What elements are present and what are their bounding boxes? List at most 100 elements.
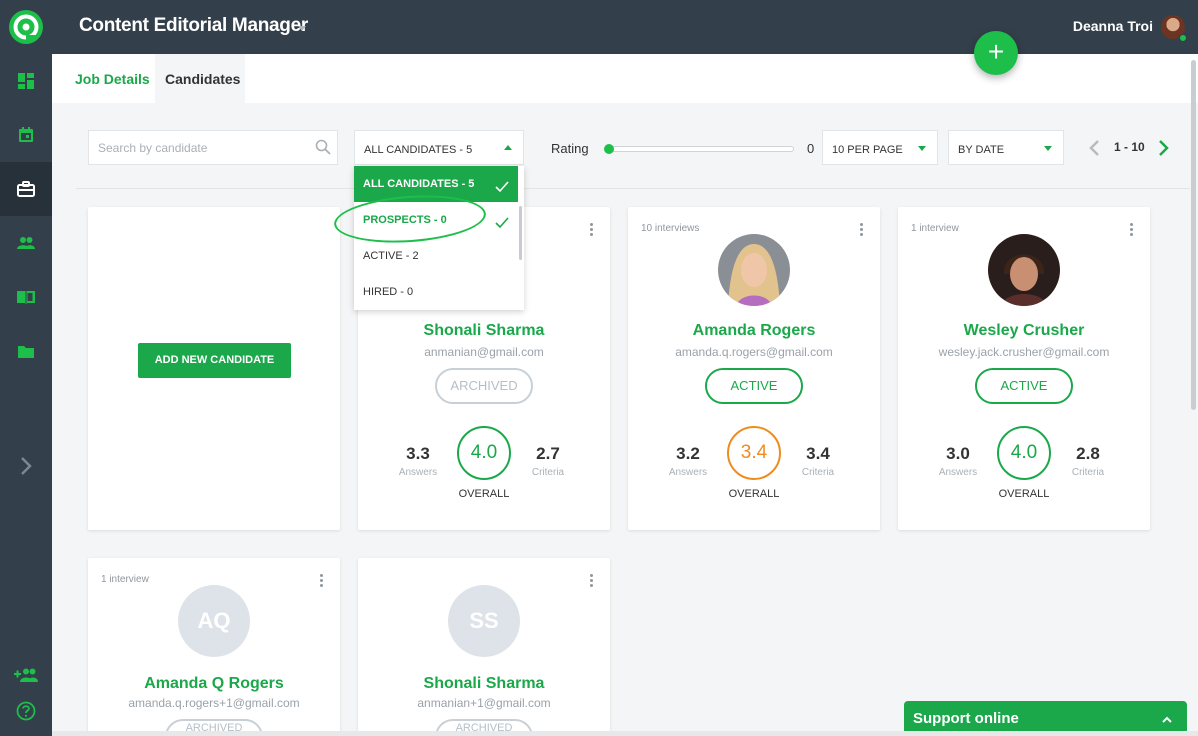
filter-option-label: ALL CANDIDATES - 5 [363, 178, 475, 190]
criteria-label: Criteria [801, 467, 835, 478]
rating-slider[interactable] [604, 144, 794, 154]
candidate-photo [988, 234, 1060, 306]
rating-label: Rating [551, 141, 589, 156]
people-icon[interactable] [0, 216, 52, 270]
caret-down-icon [918, 146, 926, 151]
add-new-candidate-button[interactable]: ADD NEW CANDIDATE [138, 343, 291, 378]
status-badge[interactable]: ACTIVE [975, 368, 1073, 404]
sidebar [0, 0, 52, 736]
overall-score: 4.0 [457, 426, 511, 480]
search-icon[interactable] [315, 139, 331, 160]
answers-score: 3.0 Answers [928, 444, 988, 478]
candidate-card[interactable]: 10 interviews Amanda Rogers amanda.q.rog… [628, 207, 880, 530]
interview-count: 1 interview [101, 574, 149, 585]
answers-value: 3.3 [406, 444, 430, 463]
candidate-name[interactable]: Wesley Crusher [898, 322, 1150, 340]
candidate-filter-select[interactable]: ALL CANDIDATES - 5 [354, 130, 524, 165]
overall-score: 4.0 [997, 426, 1051, 480]
interview-count: 10 interviews [641, 223, 700, 234]
folder-icon[interactable] [0, 324, 52, 378]
overall-label: OVERALL [998, 488, 1050, 500]
chevron-right-icon[interactable] [0, 439, 52, 493]
candidate-card[interactable]: 1 interview Wesley Crusher wesley.jack.c… [898, 207, 1150, 530]
book-icon[interactable] [0, 270, 52, 324]
candidate-filter-value: ALL CANDIDATES - 5 [364, 144, 473, 156]
rating-value: 0 [807, 141, 815, 156]
search-input[interactable] [98, 141, 298, 155]
filter-option-hired[interactable]: HIRED - 0 [354, 274, 518, 310]
chevron-down-icon[interactable] [298, 26, 306, 31]
criteria-label: Criteria [1071, 467, 1105, 478]
more-menu-icon[interactable] [590, 223, 594, 238]
overall-label: OVERALL [728, 488, 780, 500]
more-menu-icon[interactable] [860, 223, 864, 238]
briefcase-icon[interactable] [0, 162, 52, 216]
top-bar: Content Editorial Manager Deanna Troi [52, 0, 1198, 54]
overall-score: 3.4 [727, 426, 781, 480]
app-title[interactable]: Content Editorial Manager [79, 15, 308, 37]
calendar-icon[interactable] [0, 108, 52, 162]
divider [76, 188, 1190, 189]
vertical-scrollbar[interactable] [1191, 60, 1196, 410]
filter-option-label: PROSPECTS - 0 [363, 214, 447, 226]
criteria-score: 2.8 Criteria [1058, 444, 1118, 478]
tab-candidates[interactable]: Candidates [155, 54, 245, 103]
status-badge[interactable]: ACTIVE [705, 368, 803, 404]
criteria-value: 2.7 [536, 444, 560, 463]
help-icon[interactable] [0, 684, 52, 736]
overall-label: OVERALL [458, 488, 510, 500]
chevron-up-icon[interactable] [1161, 712, 1173, 729]
dropdown-scrollbar[interactable] [519, 206, 522, 260]
caret-up-icon [504, 145, 512, 150]
answers-label: Answers [398, 467, 438, 478]
answers-score: 3.2 Answers [658, 444, 718, 478]
support-label: Support online [913, 710, 1019, 727]
criteria-value: 2.8 [1076, 444, 1100, 463]
criteria-score: 3.4 Criteria [788, 444, 848, 478]
candidate-email: amanda.q.rogers+1@gmail.com [128, 696, 300, 710]
criteria-label: Criteria [531, 467, 565, 478]
tab-job-details[interactable]: Job Details [65, 54, 160, 103]
criteria-score: 2.7 Criteria [518, 444, 578, 478]
candidate-card[interactable]: SS Shonali Sharma anmanian+1@gmail.com A… [358, 558, 610, 736]
candidate-email: anmanian@gmail.com [424, 345, 544, 359]
status-badge[interactable]: ARCHIVED [435, 368, 533, 404]
candidate-initials-avatar: AQ [178, 585, 250, 657]
app-logo-icon[interactable] [0, 0, 52, 54]
answers-label: Answers [668, 467, 708, 478]
rating-slider-handle[interactable] [604, 144, 614, 154]
candidate-email: amanda.q.rogers@gmail.com [675, 345, 833, 359]
dashboard-icon[interactable] [0, 54, 52, 108]
more-menu-icon[interactable] [590, 574, 594, 589]
candidate-name[interactable]: Amanda Q Rogers [88, 675, 340, 693]
add-candidate-card: ADD NEW CANDIDATE [88, 207, 340, 530]
chevron-right-icon[interactable] [1158, 138, 1170, 163]
candidate-card[interactable]: 1 interview AQ Amanda Q Rogers amanda.q.… [88, 558, 340, 736]
horizontal-scrollbar[interactable] [52, 731, 1198, 736]
add-fab-button[interactable]: + [974, 31, 1018, 75]
chevron-left-icon[interactable] [1088, 138, 1100, 163]
candidate-name[interactable]: Amanda Rogers [628, 322, 880, 340]
candidate-email: anmanian+1@gmail.com [417, 696, 551, 710]
candidate-filter-dropdown: ALL CANDIDATES - 5 PROSPECTS - 0 ACTIVE … [354, 166, 524, 310]
answers-score: 3.3 Answers [388, 444, 448, 478]
filter-option-active[interactable]: ACTIVE - 2 [354, 238, 518, 274]
tab-bar: Job Details Candidates [52, 54, 1198, 103]
answers-value: 3.0 [946, 444, 970, 463]
answers-value: 3.2 [676, 444, 700, 463]
more-menu-icon[interactable] [320, 574, 324, 589]
page-range: 1 - 10 [1114, 140, 1145, 154]
sort-value: BY DATE [958, 144, 1005, 156]
online-status-dot [1179, 34, 1187, 42]
user-name[interactable]: Deanna Troi [1073, 18, 1153, 34]
filter-option-all[interactable]: ALL CANDIDATES - 5 [354, 166, 518, 202]
more-menu-icon[interactable] [1130, 223, 1134, 238]
candidate-initials-avatar: SS [448, 585, 520, 657]
sort-select[interactable]: BY DATE [948, 130, 1064, 165]
candidate-name[interactable]: Shonali Sharma [358, 675, 610, 693]
candidate-name[interactable]: Shonali Sharma [358, 322, 610, 340]
per-page-select[interactable]: 10 PER PAGE [822, 130, 938, 165]
filter-option-prospects[interactable]: PROSPECTS - 0 [354, 202, 518, 238]
search-box [88, 130, 338, 165]
caret-down-icon [1044, 146, 1052, 151]
